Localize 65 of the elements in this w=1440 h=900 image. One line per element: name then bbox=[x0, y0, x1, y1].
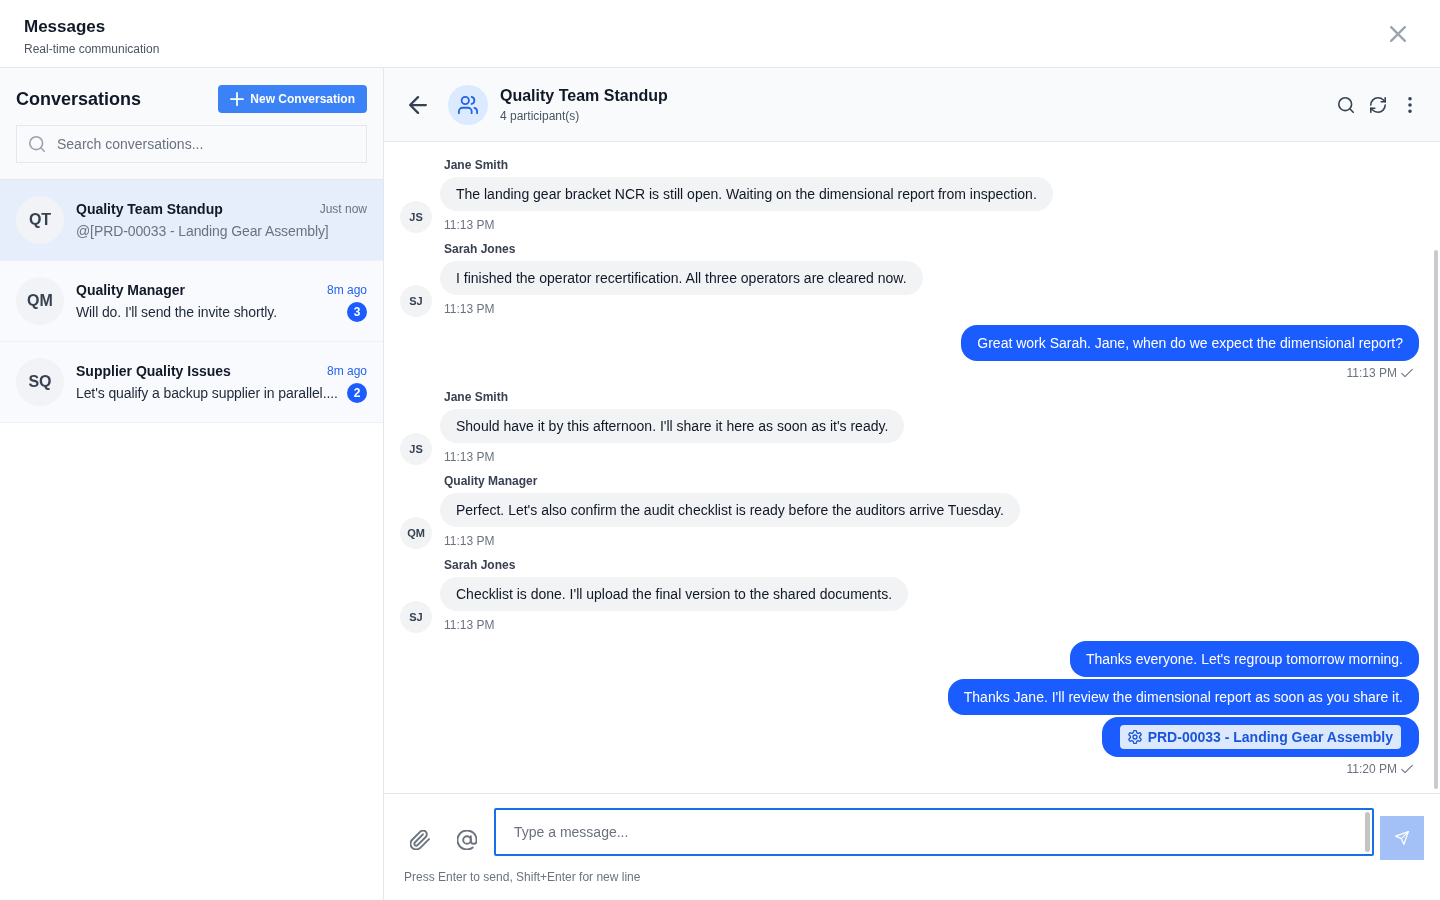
new-conversation-button[interactable]: New Conversation bbox=[218, 85, 367, 113]
avatar: QT bbox=[16, 196, 64, 244]
conversation-item[interactable]: QM Quality Manager 8m ago Will do. I'll send the invite shortly. 3 bbox=[0, 261, 383, 342]
message-bubble: The landing gear bracket NCR is still open. Waiting on the dimensional report from inspection. bbox=[440, 177, 1053, 211]
message-time: 11:13 PM bbox=[444, 301, 495, 317]
sender-name: Sarah Jones bbox=[444, 241, 516, 257]
message-time: 11:13 PM bbox=[1346, 365, 1397, 381]
message-preview: Will do. I'll send the invite shortly. bbox=[76, 304, 277, 320]
conversation-item[interactable]: QT Quality Team Standup Just now @[PRD-00033 - Landing Gear Assembly] bbox=[0, 180, 383, 261]
avatar: SJ bbox=[400, 601, 432, 633]
users-icon bbox=[458, 94, 478, 115]
plus-icon bbox=[230, 92, 245, 106]
conversation-name: Supplier Quality Issues bbox=[76, 363, 231, 379]
send-icon bbox=[1395, 831, 1409, 845]
search-icon bbox=[1338, 96, 1354, 113]
search-field[interactable]: Search conversations... bbox=[16, 125, 367, 163]
sender-name: Sarah Jones bbox=[444, 557, 516, 573]
search-icon bbox=[29, 136, 45, 152]
message-preview: @[PRD-00033 - Landing Gear Assembly] bbox=[76, 223, 329, 239]
page-title: Messages bbox=[24, 16, 107, 38]
message-time: 11:13 PM bbox=[444, 449, 495, 465]
back-arrow-icon bbox=[409, 95, 427, 114]
unread-badge: 3 bbox=[347, 302, 367, 322]
gear-icon bbox=[1127, 730, 1142, 744]
avatar: QM bbox=[16, 277, 64, 325]
avatar: JS bbox=[400, 433, 432, 465]
message-input[interactable]: Type a message... bbox=[494, 808, 1374, 856]
avatar: JS bbox=[400, 201, 432, 233]
refresh-icon bbox=[1370, 96, 1386, 113]
message-time: 11:13 PM bbox=[444, 217, 495, 233]
sender-name: Jane Smith bbox=[444, 389, 509, 405]
close-icon bbox=[1390, 26, 1406, 42]
conversation-time: 8m ago bbox=[326, 364, 367, 378]
input-hint: Press Enter to send, Shift+Enter for new line bbox=[404, 869, 642, 885]
message-bubble: Great work Sarah. Jane, when do we expect the dimensional report? bbox=[961, 325, 1419, 361]
unread-badge: 2 bbox=[347, 383, 367, 403]
avatar: SJ bbox=[400, 285, 432, 317]
conversation-time: Just now bbox=[319, 202, 367, 216]
message-bubble: Thanks Jane. I'll review the dimensional report as soon as you share it. bbox=[947, 679, 1419, 715]
message-time: 11:20 PM bbox=[1346, 761, 1397, 777]
message-preview: Let's qualify a backup supplier in parallel.... bbox=[76, 385, 338, 401]
at-sign-icon bbox=[457, 830, 477, 850]
conversation-time: 8m ago bbox=[326, 283, 367, 297]
sidebar-title: Conversations bbox=[16, 88, 142, 110]
page-subtitle: Real-time communication bbox=[24, 42, 160, 56]
message-bubble: Checklist is done. I'll upload the final version to the shared documents. bbox=[440, 577, 909, 611]
reference-chip[interactable]: PRD-00033 - Landing Gear Assembly bbox=[1119, 725, 1401, 749]
conversation-name: Quality Manager bbox=[76, 282, 185, 298]
scrollbar-thumb[interactable] bbox=[1434, 250, 1438, 789]
participant-count: 4 participant(s) bbox=[500, 107, 581, 124]
scrollbar-thumb[interactable] bbox=[1365, 812, 1370, 852]
avatar: SQ bbox=[16, 358, 64, 406]
avatar: QM bbox=[400, 517, 432, 549]
message-bubble: I finished the operator recertification. All three operators are cleared now. bbox=[440, 261, 923, 295]
sender-name: Jane Smith bbox=[444, 157, 509, 173]
message-time: 11:13 PM bbox=[444, 533, 495, 549]
conversation-item[interactable]: SQ Supplier Quality Issues 8m ago Let's qualify a backup supplier in parallel.... 2 bbox=[0, 342, 383, 423]
chat-title: Quality Team Standup bbox=[500, 85, 668, 106]
message-time: 11:13 PM bbox=[444, 617, 495, 633]
conversation-name: Quality Team Standup bbox=[76, 201, 223, 217]
message-bubble: Should have it by this afternoon. I'll share it here as soon as it's ready. bbox=[440, 409, 905, 443]
message-bubble: Thanks everyone. Let's regroup tomorrow morning. bbox=[1069, 641, 1419, 677]
message-bubble: Perfect. Let's also confirm the audit checklist is ready before the auditors arrive Tuesday. bbox=[440, 493, 1020, 527]
sender-name: Quality Manager bbox=[444, 473, 538, 489]
paperclip-icon bbox=[410, 830, 430, 850]
